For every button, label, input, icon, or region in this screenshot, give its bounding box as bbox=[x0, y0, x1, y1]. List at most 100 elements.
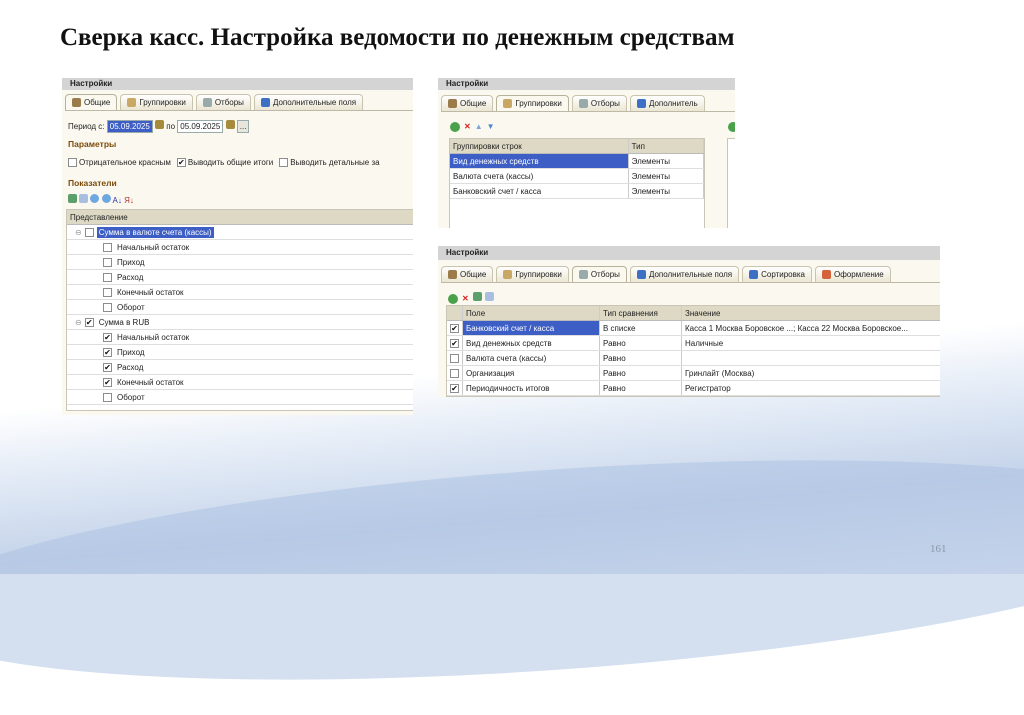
checkbox[interactable] bbox=[103, 272, 112, 282]
checkbox[interactable]: ✔ bbox=[450, 383, 459, 393]
table-row[interactable]: ⊖ Сумма в валюте счета (кассы) bbox=[67, 225, 413, 240]
tab-3[interactable]: Дополнительные поля bbox=[629, 266, 740, 282]
check-all-icon[interactable] bbox=[472, 292, 482, 301]
table-row[interactable]: Расход bbox=[67, 270, 413, 285]
table-row[interactable]: Конечный остаток bbox=[67, 285, 413, 300]
cmp-cell: Равно bbox=[600, 381, 682, 395]
add-icon[interactable] bbox=[448, 293, 458, 304]
checkbox[interactable]: ✔ bbox=[103, 347, 112, 357]
tab-2[interactable]: Отборы bbox=[571, 266, 627, 282]
table-row[interactable]: Оборот bbox=[67, 300, 413, 315]
use-cell[interactable] bbox=[447, 351, 463, 365]
table-row[interactable]: ✔ Приход bbox=[67, 345, 413, 360]
table-row[interactable]: ✔ Вид денежных средств Равно Наличные bbox=[447, 336, 940, 351]
checkbox[interactable]: ✔ bbox=[176, 158, 186, 168]
move-up-icon[interactable] bbox=[90, 194, 100, 203]
add-icon[interactable] bbox=[450, 122, 460, 132]
calendar-icon[interactable] bbox=[155, 120, 165, 129]
tab-3[interactable]: Дополнительные поля bbox=[253, 94, 364, 110]
table-row[interactable]: Валюта счета (кассы) Равно bbox=[447, 351, 940, 366]
checkbox[interactable]: ✔ bbox=[103, 362, 112, 372]
period-select-button[interactable]: ... bbox=[236, 120, 250, 134]
table-row[interactable]: ✔ Банковский счет / касса В списке Касса 1 … bbox=[447, 321, 940, 336]
use-cell[interactable]: ✔ bbox=[447, 381, 463, 395]
checkbox[interactable] bbox=[84, 227, 94, 237]
checkbox[interactable]: ✔ bbox=[103, 332, 112, 342]
groupings-table: Группировки строк Тип Вид денежных средст… bbox=[449, 138, 705, 228]
value-cell: Регистратор bbox=[682, 381, 940, 395]
row-label: Оборот bbox=[117, 392, 145, 402]
tab-2[interactable]: Отборы bbox=[571, 95, 627, 111]
calendar-icon[interactable] bbox=[225, 120, 235, 129]
panel-title: Настройки bbox=[62, 78, 413, 90]
tab-5[interactable]: Оформление bbox=[815, 266, 891, 282]
checkbox[interactable]: ✔ bbox=[103, 377, 112, 387]
tab-icon bbox=[260, 98, 270, 107]
sort-asc-icon[interactable]: A↓ bbox=[112, 196, 121, 205]
uncheck-all-icon[interactable] bbox=[79, 194, 89, 203]
table-row[interactable]: Вид денежных средств Элементы bbox=[450, 154, 704, 169]
checkbox[interactable] bbox=[450, 353, 459, 363]
table-row[interactable]: ✔ Расход bbox=[67, 360, 413, 375]
uncheck-all-icon[interactable] bbox=[484, 292, 494, 301]
tab-label: Дополнительные поля bbox=[272, 97, 357, 107]
checkbox[interactable]: ✔ bbox=[450, 338, 459, 348]
checkbox[interactable] bbox=[103, 302, 112, 312]
value-cell: Наличные bbox=[682, 336, 940, 350]
checkbox[interactable] bbox=[103, 257, 112, 267]
tab-0[interactable]: Общие bbox=[441, 266, 494, 282]
tab-4[interactable]: Сортировка bbox=[742, 266, 812, 282]
use-cell[interactable] bbox=[447, 366, 463, 380]
table-row[interactable]: Начальный остаток bbox=[67, 240, 413, 255]
table-row[interactable]: Организация Равно Гринлайт (Москва) bbox=[447, 366, 940, 381]
tab-label: Группировки bbox=[515, 98, 562, 108]
check-all-icon[interactable] bbox=[68, 194, 77, 203]
tab-1[interactable]: Группировки bbox=[496, 266, 569, 282]
collapse-icon[interactable]: ⊖ bbox=[75, 228, 82, 237]
table-row[interactable]: ⊖ ✔ Сумма в RUB bbox=[67, 315, 413, 330]
use-cell[interactable]: ✔ bbox=[447, 321, 463, 335]
use-cell[interactable]: ✔ bbox=[447, 336, 463, 350]
checkbox[interactable]: ✔ bbox=[450, 323, 459, 333]
checkbox[interactable] bbox=[103, 287, 112, 297]
tab-0[interactable]: Общие bbox=[441, 95, 494, 111]
field-cell: Банковский счет / касса bbox=[463, 321, 600, 335]
param-checkbox[interactable]: Выводить детальные за bbox=[279, 158, 380, 168]
value-cell: Гринлайт (Москва) bbox=[682, 366, 940, 380]
period-from-input[interactable]: 05.09.2025 bbox=[106, 120, 153, 134]
tab-1[interactable]: Группировки bbox=[120, 94, 193, 110]
param-checkbox[interactable]: ✔ Выводить общие итоги bbox=[176, 158, 273, 168]
checkbox[interactable] bbox=[450, 368, 459, 378]
tab-1[interactable]: Группировки bbox=[496, 95, 569, 111]
table-row[interactable]: ✔ Начальный остаток bbox=[67, 330, 413, 345]
delete-icon[interactable]: ✕ bbox=[462, 294, 469, 303]
move-down-icon[interactable]: ▼ bbox=[487, 122, 495, 131]
row-label: Приход bbox=[117, 347, 145, 357]
table-row[interactable]: ✔ Периодичность итогов Равно Регистратор bbox=[447, 381, 940, 396]
table-row[interactable]: Банковский счет / касса Элементы bbox=[450, 184, 704, 199]
delete-icon[interactable]: ✕ bbox=[464, 122, 471, 131]
tab-icon bbox=[448, 99, 457, 108]
tab-icon bbox=[72, 98, 81, 107]
tab-3[interactable]: Дополнитель bbox=[629, 95, 705, 111]
table-row[interactable]: Приход bbox=[67, 255, 413, 270]
move-down-icon[interactable] bbox=[101, 194, 111, 203]
checkbox[interactable] bbox=[103, 242, 112, 252]
checkbox[interactable] bbox=[279, 158, 289, 168]
collapse-icon[interactable]: ⊖ bbox=[75, 318, 82, 327]
add-icon[interactable] bbox=[728, 122, 735, 132]
tab-2[interactable]: Отборы bbox=[195, 94, 251, 110]
table-row[interactable]: Оборот bbox=[67, 390, 413, 405]
period-to-input[interactable]: 05.09.2025 bbox=[177, 120, 224, 134]
sort-desc-icon[interactable]: Я↓ bbox=[124, 196, 134, 205]
checkbox[interactable]: ✔ bbox=[84, 317, 94, 327]
checkbox[interactable] bbox=[68, 158, 77, 168]
fields-table bbox=[727, 138, 735, 228]
tab-0[interactable]: Общие bbox=[65, 94, 118, 110]
param-checkbox[interactable]: Отрицательное красным bbox=[68, 158, 171, 168]
table-row[interactable]: ✔ Конечный остаток bbox=[67, 375, 413, 390]
table-row[interactable]: Валюта счета (кассы) Элементы bbox=[450, 169, 704, 184]
checkbox[interactable] bbox=[103, 392, 112, 402]
move-up-icon[interactable]: ▲ bbox=[475, 122, 483, 131]
tab-label: Оформление bbox=[834, 269, 884, 279]
